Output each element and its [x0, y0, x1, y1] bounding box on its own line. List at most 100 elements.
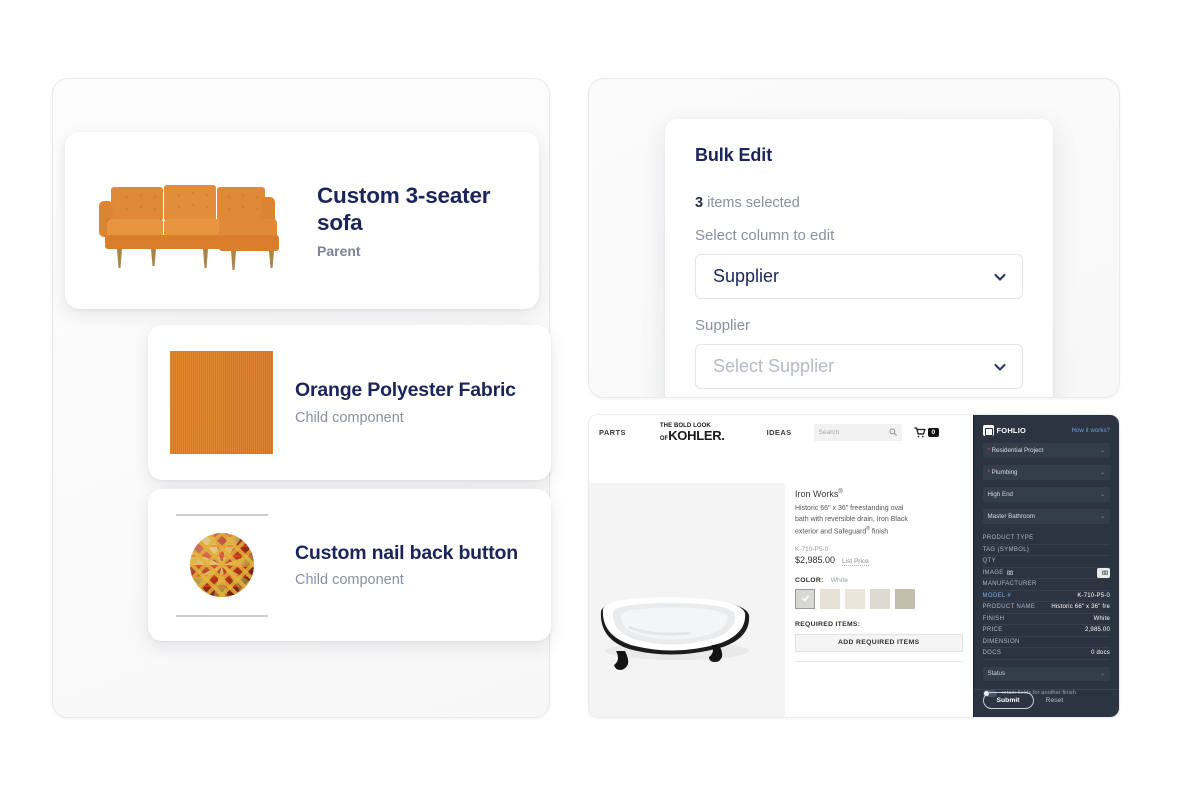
list-item-title: Orange Polyester Fabric [295, 379, 516, 402]
logo-brand: KOHLER. [668, 427, 725, 443]
field-row-finish[interactable]: FINISH White [982, 614, 1110, 625]
required-asterisk: * [987, 469, 990, 476]
list-item-text: Custom nail back button Child component [295, 542, 518, 588]
supplier-select[interactable]: Select Supplier [695, 344, 1023, 389]
field-row-price[interactable]: PRICE 2,985.00 [982, 625, 1110, 637]
select-high-end[interactable]: High End ⌄ [982, 487, 1110, 502]
chevron-down-icon: ⌄ [1099, 671, 1105, 677]
add-required-items-button[interactable]: ADD REQUIRED ITEMS [795, 633, 963, 652]
logo-line-2: OFKOHLER. [660, 429, 725, 442]
list-item-text: Orange Polyester Fabric Child component [295, 379, 516, 425]
kohler-nav: PARTS THE BOLD LOOK OFKOHLER. IDEAS Sear… [589, 415, 973, 449]
field-row-product-type[interactable]: PRODUCT TYPE [982, 533, 1110, 545]
product-price: $2,985.00 [795, 554, 836, 565]
nail-button-image [170, 513, 273, 617]
selection-count: 3 items selected [695, 195, 1023, 211]
field-key: FINISH [982, 615, 1005, 622]
product-name: Iron Works® [795, 489, 963, 499]
select-residential-project[interactable]: * Residential Project ⌄ [982, 443, 1110, 458]
product-info: Iron Works® Historic 66" x 36" freestand… [785, 483, 973, 717]
submit-button[interactable]: Submit [982, 692, 1034, 709]
selection-count-number: 3 [695, 195, 704, 211]
how-it-works-link[interactable]: How it works? [1071, 427, 1110, 434]
field-row-qty[interactable]: QTY [982, 556, 1110, 568]
search-placeholder: Search [818, 428, 840, 436]
field-row-manufacturer[interactable]: MANUFACTURER [982, 579, 1110, 591]
select-master-bathroom[interactable]: Master Bathroom ⌄ [982, 509, 1110, 524]
camera-icon [1006, 570, 1013, 575]
divider [176, 614, 268, 617]
divider [176, 513, 268, 516]
fohlio-brand: FOHLIO [982, 425, 1027, 436]
field-row-dimension[interactable]: DIMENSION [982, 637, 1110, 648]
field-key: PRICE [982, 627, 1003, 634]
supplier-select-label: Supplier [695, 317, 751, 334]
color-swatch[interactable] [795, 588, 815, 609]
color-swatch[interactable] [845, 588, 865, 609]
status-placeholder: Status [987, 670, 1006, 677]
select-label: * Plumbing [988, 469, 1018, 476]
list-item[interactable]: Orange Polyester Fabric Child component [148, 325, 551, 480]
description-line-2: bath with reversible drain, Iron Black [795, 515, 908, 523]
status-select[interactable]: Status ⌄ [982, 666, 1110, 681]
nav-parts[interactable]: PARTS [599, 428, 626, 437]
product-sku: K-710-P5-0 [795, 545, 829, 553]
field-row-product-name[interactable]: PRODUCT NAME Historic 66" x 36" fre [982, 602, 1110, 614]
column-select[interactable]: Supplier [695, 254, 1023, 299]
column-select-value: Supplier [713, 266, 780, 286]
reset-button[interactable]: Reset [1046, 697, 1064, 704]
field-value: K-710-P5-0 [1077, 592, 1110, 599]
color-swatch[interactable] [895, 588, 915, 609]
list-item[interactable]: Custom 3-seater sofa Parent [65, 132, 539, 309]
field-key: TAG (SYMBOL) [982, 546, 1030, 553]
camera-icon [1102, 570, 1108, 575]
field-value: 0 docs [1091, 650, 1110, 657]
kohler-site: PARTS THE BOLD LOOK OFKOHLER. IDEAS Sear… [589, 415, 973, 717]
color-swatch[interactable] [820, 588, 840, 609]
description-line-3a: exterior and Safeguard [795, 528, 867, 536]
fohlio-brand-name: FOHLIO [996, 426, 1027, 435]
field-key: MODEL # [982, 592, 1012, 599]
field-row-model-number[interactable]: MODEL # K-710-P5-0 [982, 591, 1110, 602]
field-row-image[interactable]: IMAGE [982, 567, 1110, 579]
freestanding-oval-bathtub [589, 483, 785, 717]
field-value: Historic 66" x 36" fre [1051, 604, 1110, 611]
field-key: DOCS [982, 650, 1002, 657]
list-price-label[interactable]: List Price [842, 558, 869, 566]
screenshot-stage: Custom 3-seater sofa Parent Orange Polye… [0, 0, 1200, 800]
search-icon [888, 428, 897, 436]
select-plumbing[interactable]: * Plumbing ⌄ [982, 465, 1110, 480]
field-row-docs[interactable]: DOCS 0 docs [982, 648, 1110, 660]
field-key: MANUFACTURER [982, 581, 1037, 588]
field-key: QTY [982, 558, 996, 565]
field-key: DIMENSION [982, 638, 1020, 645]
nav-ideas[interactable]: IDEAS [767, 428, 792, 437]
product-name-text: Iron Works [795, 489, 839, 499]
product-description: Historic 66" x 36" freestanding oval bat… [795, 504, 963, 538]
nail-button-graphic [189, 533, 254, 597]
fohlio-cube-icon [982, 425, 994, 436]
fohlio-field-list: PRODUCT TYPE TAG (SYMBOL) QTY IMAGE MANU… [982, 533, 1110, 660]
registered-mark: ® [838, 489, 843, 495]
chevron-down-icon: ⌄ [1099, 470, 1105, 476]
field-row-tag-symbol[interactable]: TAG (SYMBOL) [982, 545, 1110, 556]
cart-count-badge: 0 [927, 427, 940, 437]
cart-button[interactable]: 0 [913, 426, 940, 438]
logo-prefix: OF [659, 435, 669, 442]
divider [795, 660, 963, 662]
list-item[interactable]: Custom nail back button Child component [148, 489, 551, 641]
color-value: White [830, 576, 848, 584]
color-swatch[interactable] [870, 588, 890, 609]
supplier-select-placeholder: Select Supplier [713, 356, 835, 376]
field-key-image: IMAGE [983, 570, 1013, 576]
list-item-subtitle: Child component [295, 409, 404, 426]
page-title: Bulk Edit [695, 145, 773, 165]
search-input[interactable]: Search [813, 423, 902, 441]
field-value: White [1093, 615, 1110, 622]
field-key: PRODUCT NAME [982, 604, 1036, 611]
list-item-title: Custom 3-seater sofa [317, 183, 491, 235]
image-upload-chip[interactable] [1097, 567, 1110, 578]
orange-fabric-swatch [170, 351, 273, 454]
list-item-text: Custom 3-seater sofa Parent [317, 182, 513, 259]
required-items-label: REQUIRED ITEMS: [795, 620, 861, 628]
